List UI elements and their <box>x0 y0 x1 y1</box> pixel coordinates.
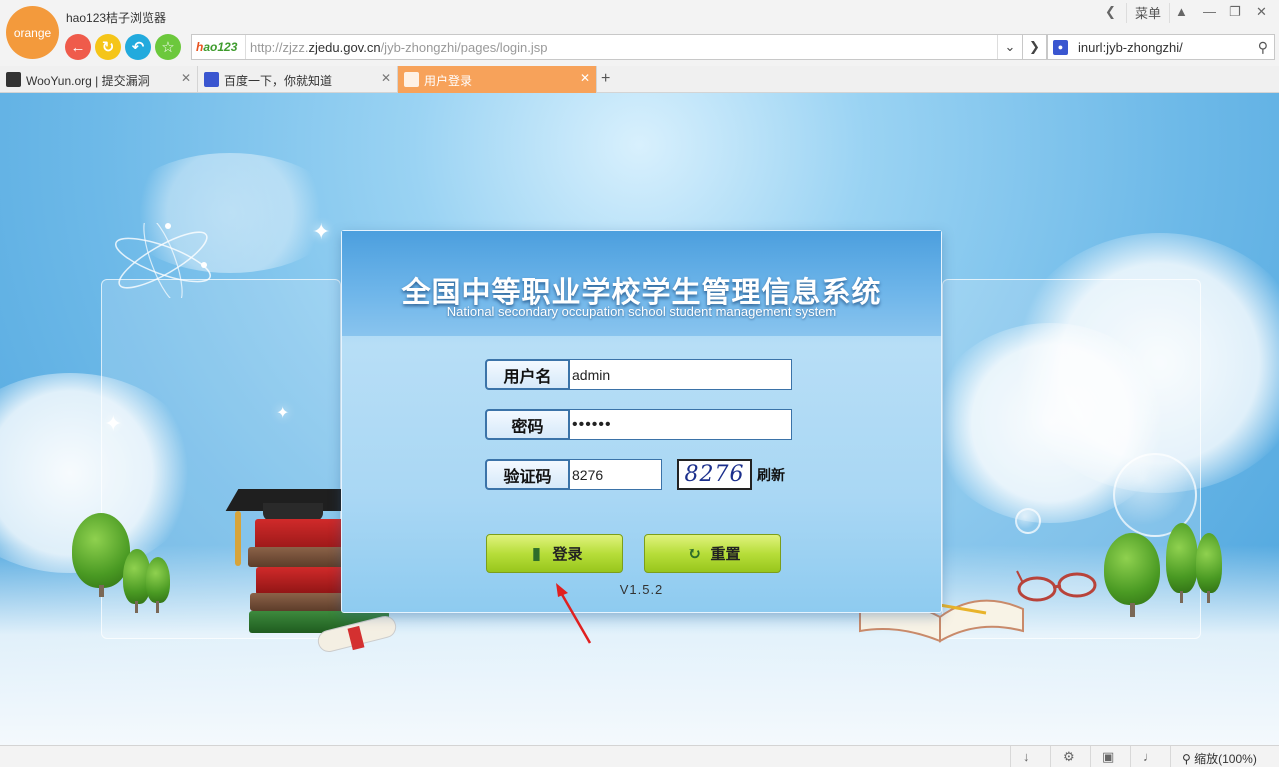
username-input[interactable]: admin <box>569 359 792 390</box>
reset-button[interactable]: ↻ 重置 <box>644 534 781 573</box>
tassel-decoration <box>235 511 241 566</box>
captcha-refresh-link[interactable]: 刷新 <box>757 465 785 485</box>
annotation-arrow <box>556 583 592 644</box>
login-panel: 全国中等职业学校学生管理信息系统 National secondary occu… <box>341 230 942 613</box>
sparkle-icon: ✦ <box>312 219 331 244</box>
url-domain: zjedu.gov.cn <box>308 40 381 55</box>
captcha-input[interactable]: 8276 <box>569 459 662 490</box>
sparkle-icon: ✦ <box>276 405 290 422</box>
star-icon: ☆ <box>161 39 175 56</box>
tab-wooyun[interactable]: WooYun.org | 提交漏洞 ✕ <box>0 66 198 93</box>
address-separator <box>245 35 246 59</box>
status-separator <box>1010 746 1011 767</box>
search-bar[interactable]: ● inurl:jyb-zhongzhi/ ⚲ <box>1047 34 1275 60</box>
login-button[interactable]: ▮ 登录 <box>486 534 623 573</box>
tab-close-icon[interactable]: ✕ <box>381 71 391 85</box>
browser-titlebar: orange hao123桔子浏览器 ← ↻ ↶ ☆ hao123 http:/… <box>0 0 1279 66</box>
volume-icon[interactable]: ♩ <box>1143 749 1156 764</box>
search-icon[interactable]: ⚲ <box>1258 39 1268 56</box>
tab-label: 百度一下，你就知道 <box>224 74 333 88</box>
tab-baidu[interactable]: 百度一下，你就知道 ✕ <box>198 66 398 93</box>
url-path: /jyb-zhongzhi/pages/login.jsp <box>380 40 548 55</box>
status-separator <box>1170 746 1171 767</box>
login-button-label: 登录 <box>552 545 583 563</box>
version-label: V1.5.2 <box>619 582 664 597</box>
back-button[interactable]: ← <box>65 34 91 60</box>
password-input[interactable]: •••••• <box>569 409 792 440</box>
status-bar: ↓ ⚙ ▣ ♩ ⚲ 缩放(100%) <box>0 745 1279 767</box>
glasses-decoration <box>1016 570 1097 602</box>
search-input[interactable]: inurl:jyb-zhongzhi/ <box>1078 40 1183 55</box>
chevron-right-icon: ❯ <box>1029 39 1040 54</box>
status-separator <box>1090 746 1091 767</box>
status-separator <box>1050 746 1051 767</box>
login-header: 全国中等职业学校学生管理信息系统 National secondary occu… <box>342 231 941 336</box>
status-separator <box>1130 746 1131 767</box>
login-door-icon: ▮ <box>531 543 542 564</box>
restore-icon[interactable]: ❐ <box>1229 4 1241 20</box>
sidebar-toggle-icon[interactable]: ❮ <box>1105 4 1116 20</box>
reset-cycle-icon: ↻ <box>687 543 702 564</box>
tab-label: WooYun.org | 提交漏洞 <box>26 74 150 88</box>
tab-close-icon[interactable]: ✕ <box>181 71 191 85</box>
skin-shirt-icon[interactable]: ▲ <box>1175 4 1188 19</box>
undo-icon: ↶ <box>131 39 145 56</box>
sparkle-icon: ✦ <box>104 411 123 436</box>
minimize-icon[interactable]: — <box>1203 4 1216 19</box>
url-prefix: http://zjzz. <box>250 40 309 55</box>
new-tab-icon[interactable]: + <box>601 70 610 88</box>
baidu-paw-icon <box>204 72 219 87</box>
zoom-icon: ⚲ <box>1182 752 1191 766</box>
chevron-down-icon: ⌄ <box>1004 39 1016 54</box>
tab-bar: WooYun.org | 提交漏洞 ✕ 百度一下，你就知道 ✕ 用户登录 ✕ + <box>0 66 1279 93</box>
address-bar[interactable]: hao123 http://zjzz.zjedu.gov.cn/jyb-zhon… <box>191 34 1023 60</box>
go-button[interactable]: ❯ <box>1023 34 1047 60</box>
tab-label: 用户登录 <box>424 74 473 88</box>
hao123-logo: hao123 <box>196 40 238 54</box>
wooyun-favicon-icon <box>6 72 21 87</box>
captcha-image[interactable]: 8276 <box>677 459 752 490</box>
browser-logo[interactable]: orange <box>6 6 59 59</box>
url-text[interactable]: http://zjzz.zjedu.gov.cn/jyb-zhongzhi/pa… <box>250 40 548 55</box>
refresh-icon: ↻ <box>101 39 115 56</box>
reset-button-label: 重置 <box>710 545 741 563</box>
refresh-button[interactable]: ↻ <box>95 34 121 60</box>
system-subtitle: National secondary occupation school stu… <box>446 304 837 319</box>
bubble-decoration <box>1015 508 1041 534</box>
menu-button[interactable]: 菜单 <box>1126 3 1171 23</box>
atom-orbit-decoration <box>115 223 211 298</box>
tab-login[interactable]: 用户登录 ✕ <box>398 66 597 93</box>
page-content: ✦ ✦ ✦ 全国中等职业学校学生管理信息系统 National secondar… <box>0 93 1279 745</box>
page-favicon-icon <box>404 72 419 87</box>
screen-icon[interactable]: ▣ <box>1102 749 1114 765</box>
username-label: 用户名 <box>485 359 570 390</box>
zoom-control[interactable]: ⚲ 缩放(100%) <box>1182 750 1257 767</box>
baidu-paw-icon[interactable]: ● <box>1053 40 1068 55</box>
app-title: hao123桔子浏览器 <box>66 11 167 25</box>
close-window-icon[interactable]: ✕ <box>1256 4 1267 20</box>
undo-close-button[interactable]: ↶ <box>125 34 151 60</box>
settings-gear-icon[interactable]: ⚙ <box>1063 749 1075 765</box>
favorite-button[interactable]: ☆ <box>155 34 181 60</box>
zoom-label: 缩放(100%) <box>1194 752 1257 766</box>
password-label: 密码 <box>485 409 570 440</box>
download-icon[interactable]: ↓ <box>1023 749 1030 764</box>
address-dropdown-button[interactable]: ⌄ <box>997 35 1022 59</box>
captcha-label: 验证码 <box>485 459 570 490</box>
tab-close-icon[interactable]: ✕ <box>580 71 590 85</box>
back-arrow-icon: ← <box>70 38 86 56</box>
